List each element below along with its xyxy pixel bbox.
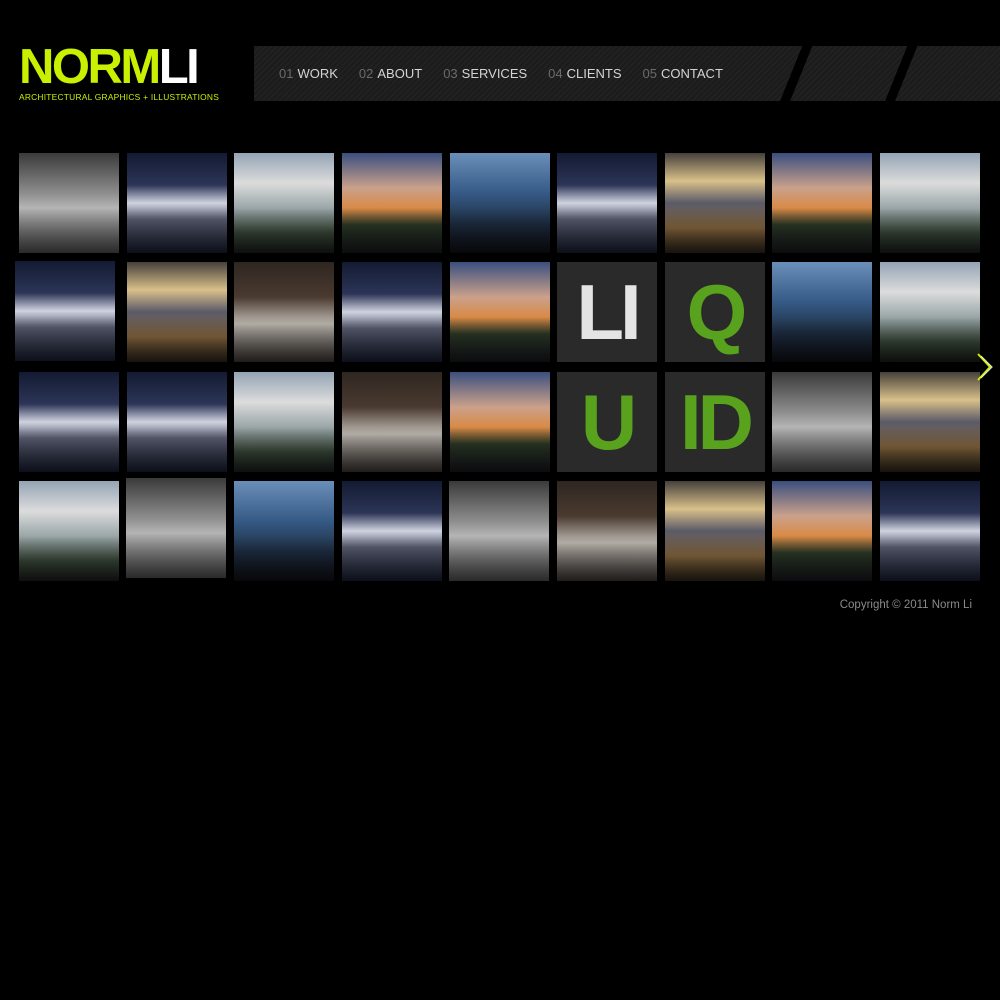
gallery-thumbnail[interactable] <box>19 153 119 253</box>
gallery-thumbnail[interactable] <box>126 478 226 578</box>
gallery-thumbnail[interactable] <box>450 262 550 362</box>
copyright-text: Copyright © 2011 Norm Li <box>839 599 972 611</box>
gallery-thumbnail[interactable] <box>450 153 550 253</box>
gallery-thumbnail[interactable] <box>665 481 765 581</box>
liquid-letter-tile[interactable]: Q <box>665 262 765 362</box>
liquid-letter: Q <box>686 267 748 356</box>
chevron-right-icon[interactable] <box>975 352 997 382</box>
gallery-thumbnail[interactable] <box>234 153 334 253</box>
gallery-thumbnail[interactable] <box>449 481 549 581</box>
gallery-thumbnail[interactable] <box>234 481 334 581</box>
liquid-letter-tile[interactable]: ID <box>665 372 765 472</box>
gallery-thumbnail[interactable] <box>342 153 442 253</box>
gallery-thumbnail[interactable] <box>342 481 442 581</box>
thumbnail-gallery: LI Q U ID <box>0 0 1000 600</box>
gallery-thumbnail[interactable] <box>665 153 765 253</box>
gallery-thumbnail[interactable] <box>127 153 227 253</box>
gallery-thumbnail[interactable] <box>15 261 115 361</box>
gallery-thumbnail[interactable] <box>127 262 227 362</box>
gallery-thumbnail[interactable] <box>880 372 980 472</box>
gallery-thumbnail[interactable] <box>772 153 872 253</box>
liquid-letter-tile[interactable]: LI <box>557 262 657 362</box>
gallery-thumbnail[interactable] <box>557 481 657 581</box>
gallery-thumbnail[interactable] <box>772 262 872 362</box>
gallery-thumbnail[interactable] <box>880 153 980 253</box>
gallery-thumbnail[interactable] <box>234 372 334 472</box>
page: NORMLI ARCHITECTURAL GRAPHICS + ILLUSTRA… <box>0 0 1000 1000</box>
gallery-thumbnail[interactable] <box>342 372 442 472</box>
liquid-letter: U <box>580 377 637 466</box>
gallery-thumbnail[interactable] <box>19 372 119 472</box>
gallery-thumbnail[interactable] <box>19 481 119 581</box>
liquid-letter: ID <box>680 377 754 466</box>
gallery-thumbnail[interactable] <box>557 153 657 253</box>
gallery-thumbnail[interactable] <box>342 262 442 362</box>
liquid-letter: LI <box>576 267 641 356</box>
liquid-letter-tile[interactable]: U <box>557 372 657 472</box>
gallery-thumbnail[interactable] <box>450 372 550 472</box>
gallery-thumbnail[interactable] <box>127 372 227 472</box>
gallery-thumbnail[interactable] <box>772 481 872 581</box>
gallery-thumbnail[interactable] <box>880 262 980 362</box>
gallery-thumbnail[interactable] <box>880 481 980 581</box>
gallery-thumbnail[interactable] <box>772 372 872 472</box>
gallery-thumbnail[interactable] <box>234 262 334 362</box>
